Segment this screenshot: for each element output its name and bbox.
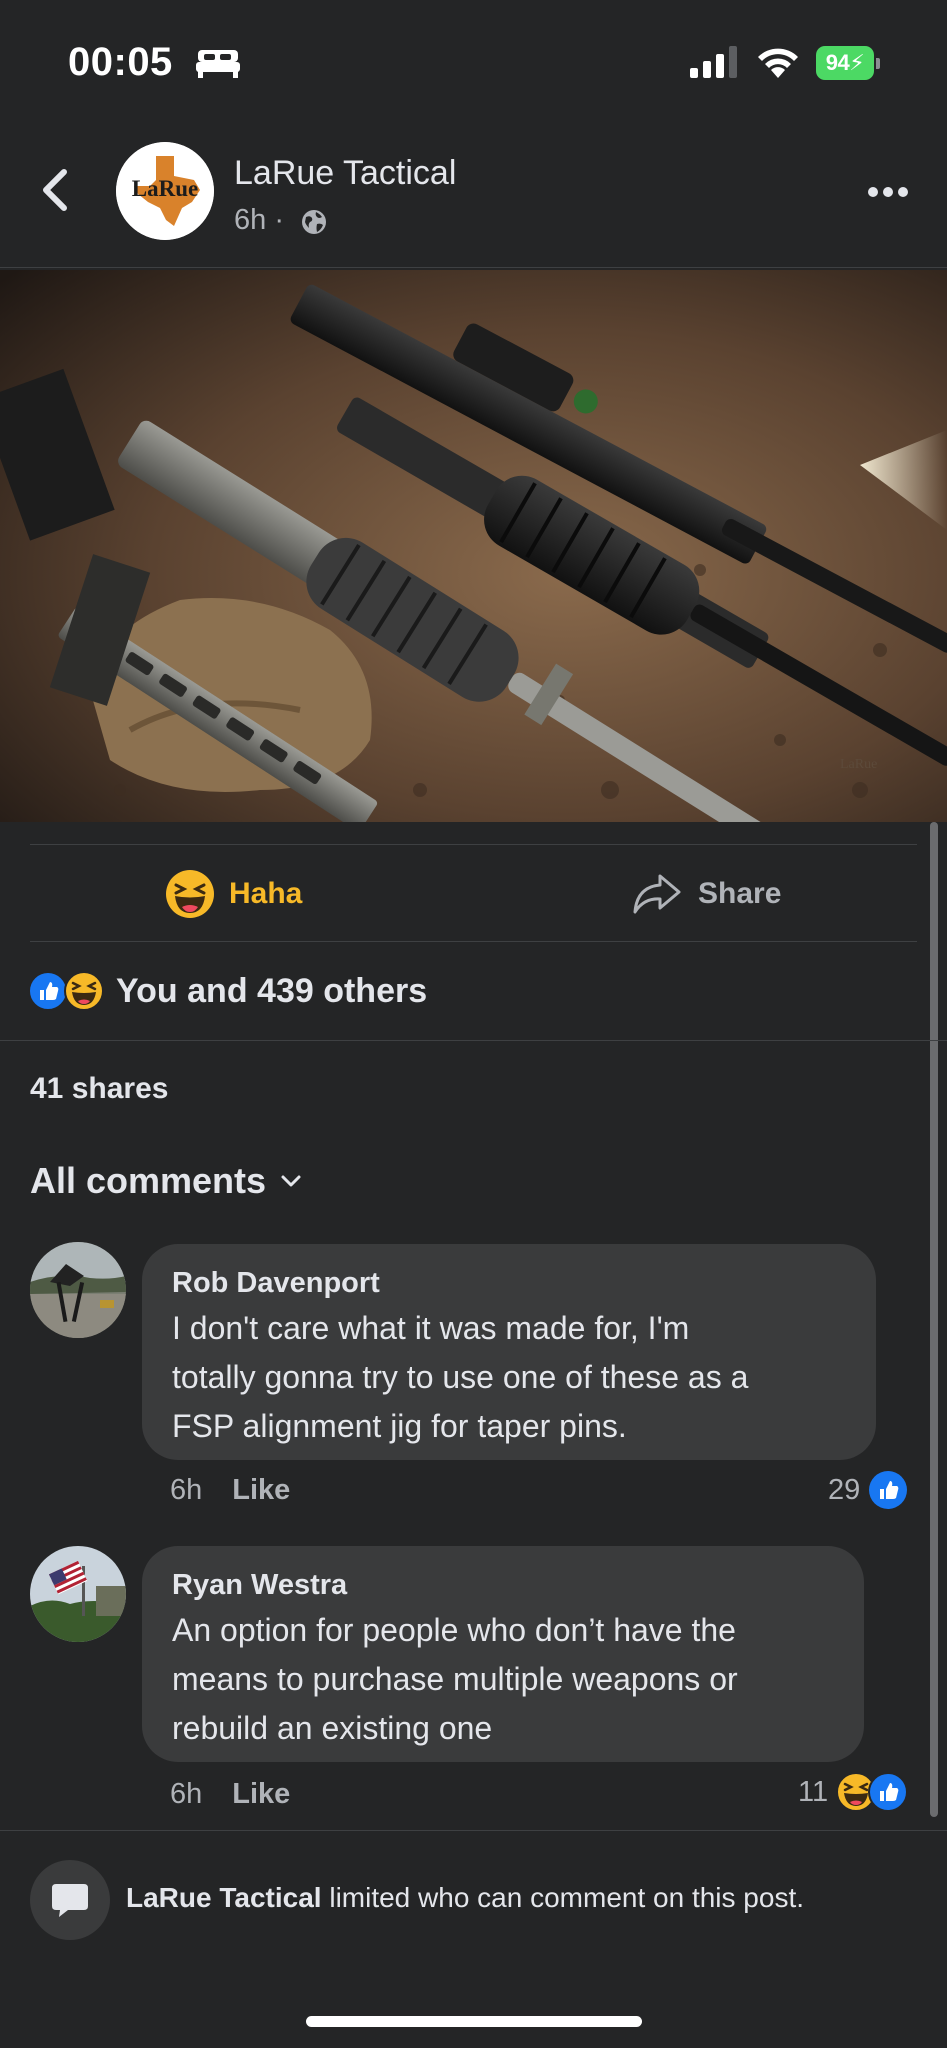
comment-bubble[interactable]: Ryan Westra An option for people who don… [142,1546,864,1762]
share-button[interactable]: Share [632,869,781,919]
comment-like-button[interactable]: Like [232,1474,290,1506]
commenter-name[interactable]: Rob Davenport [172,1262,846,1304]
divider [0,1830,947,1831]
more-options-button[interactable] [866,178,910,206]
comment-text-line: rebuild an existing one [172,1710,493,1746]
reactions-summary[interactable]: You and 439 others [28,966,427,1016]
back-button[interactable] [36,166,76,214]
comment-like-button[interactable]: Like [232,1778,290,1810]
reaction-icons [836,1772,909,1812]
comment-bubble-icon [52,1884,88,1917]
svg-text:LaRue: LaRue [132,176,198,201]
comments-filter-label: All comments [30,1160,267,1201]
post-time: 6h · [234,204,284,236]
comment-text-line: means to purchase multiple weapons or [172,1661,738,1697]
comment-text-line: totally gonna try to use one of these as… [172,1359,749,1395]
post-photo[interactable]: LaRue [0,270,947,822]
like-reaction-icon [869,1471,908,1509]
page-avatar[interactable]: LaRue [116,142,214,240]
comment-restriction-notice: LaRue Tactical limited who can comment o… [126,1882,804,1914]
status-time: 00:05 [68,40,173,84]
post-header: LaRue LaRue Tactical 6h · [0,120,947,268]
comment-text-line: An option for people who don’t have the [172,1612,736,1648]
status-bar: 00:05 94 ⚡ [0,0,947,120]
battery-indicator: 94 ⚡ [816,46,880,80]
avatar-photo-image [30,1546,126,1642]
wifi-icon [758,48,798,78]
comment-reaction-count: 29 [828,1473,861,1506]
svg-text:LaRue: LaRue [840,757,877,772]
commenter-avatar[interactable] [30,1546,126,1642]
larue-logo: LaRue [116,142,214,240]
comment-meta: 6h Like [170,1778,290,1811]
haha-emoji-icon [166,870,214,918]
reactions-summary-text: You and 439 others [116,971,428,1010]
share-label: Share [698,877,782,910]
footer-notice-text: limited who can comment on this post. [321,1882,805,1913]
home-indicator[interactable] [306,2016,642,2027]
comment-bubble[interactable]: Rob Davenport I don't care what it was m… [142,1244,876,1460]
comment-reaction-count: 11 [798,1775,829,1808]
page-name[interactable]: LaRue Tactical [234,154,456,193]
comment-time: 6h [170,1474,203,1506]
haha-label: Haha [229,877,303,910]
comment-reactions[interactable]: 11 [798,1772,909,1812]
divider [0,1040,947,1041]
commenter-name[interactable]: Ryan Westra [172,1564,834,1606]
comment-text-line: FSP alignment jig for taper pins. [172,1408,627,1444]
comment-meta: 6h Like [170,1474,290,1507]
sleep-focus-icon [196,50,240,78]
share-arrow-icon [633,874,681,914]
cellular-signal-icon [690,46,737,78]
avatar-photo-image [30,1242,126,1338]
comment-restriction-badge [30,1860,110,1940]
chevron-down-icon [281,1175,301,1187]
rifles-photo-image: LaRue [0,270,947,822]
shares-count[interactable]: 41 shares [30,1072,168,1106]
comment-time: 6h [170,1778,203,1810]
scrollbar[interactable] [930,822,938,1817]
comments-filter-dropdown[interactable]: All comments [30,1160,302,1202]
comment-reactions[interactable]: 29 [828,1470,908,1510]
globe-icon [302,210,326,234]
footer-page-name[interactable]: LaRue Tactical [126,1882,322,1913]
commenter-avatar[interactable] [30,1242,126,1338]
comment-text-line: I don't care what it was made for, I'm [172,1310,690,1346]
battery-level: 94 ⚡ [816,46,874,80]
reaction-icons [28,971,104,1011]
post-action-bar: Haha Share [30,844,917,942]
haha-reaction-button[interactable]: Haha [165,869,302,919]
battery-cap [876,58,880,69]
